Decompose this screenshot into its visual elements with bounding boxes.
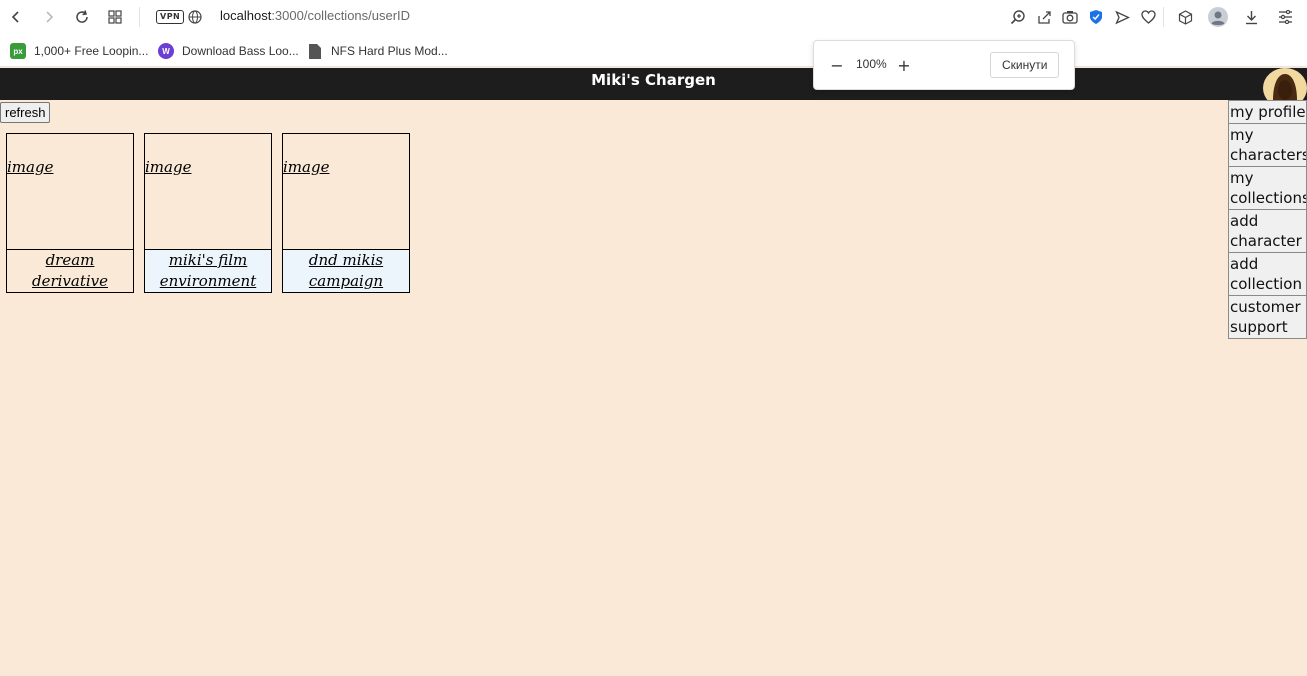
collection-name[interactable]: dream derivative [7,249,133,292]
toolbar-divider [139,7,140,27]
collection-card[interactable]: image dnd mikis campaign [282,133,410,293]
speed-dial-icon[interactable] [105,7,125,27]
bookmark-label: 1,000+ Free Loopin... [34,44,149,58]
menu-item-my-collections[interactable]: my collections [1228,166,1307,210]
zoom-out-button[interactable]: − [827,55,847,75]
collection-name[interactable]: miki's film environment [145,249,271,292]
collection-card[interactable]: image miki's film environment [144,133,272,293]
user-profile-icon[interactable] [1208,7,1228,27]
heart-icon[interactable] [1138,7,1158,27]
wave-icon: W [158,43,174,59]
collection-image[interactable]: image [145,158,191,176]
address-bar[interactable]: localhost:3000/collections/userID [220,8,410,23]
menu-item-my-profile[interactable]: my profile [1228,100,1307,124]
vpn-badge[interactable]: VPN [156,10,185,24]
zoom-icon[interactable] [1008,7,1028,27]
reload-icon[interactable] [72,7,92,27]
file-icon [307,43,323,59]
send-icon[interactable] [1112,7,1132,27]
avatar[interactable] [1263,68,1307,100]
zoom-level: 100% [856,57,887,71]
px-icon: px [10,43,26,59]
collection-name[interactable]: dnd mikis campaign [283,249,409,292]
browser-toolbar: VPN localhost:3000/collections/userID [0,0,1307,35]
download-icon[interactable] [1241,7,1261,27]
share-icon[interactable] [1034,7,1054,27]
collection-image[interactable]: image [283,158,329,176]
toolbar-divider [1163,7,1164,27]
camera-icon[interactable] [1060,7,1080,27]
bookmark-label: Download Bass Loo... [182,44,299,58]
refresh-button[interactable]: refresh [0,102,51,123]
menu-item-add-character[interactable]: add character [1228,209,1307,253]
collection-image[interactable]: image [7,158,53,176]
bookmarks-bar: px 1,000+ Free Loopin... W Download Bass… [0,35,1307,67]
cube-icon[interactable] [1175,7,1195,27]
collection-card[interactable]: image dream derivative [6,133,134,293]
bookmark-label: NFS Hard Plus Mod... [331,44,448,58]
side-menu: my profile my characters my collections … [1228,100,1307,339]
menu-item-my-characters[interactable]: my characters [1228,123,1307,167]
bookmark-item[interactable]: W Download Bass Loo... [158,41,299,61]
url-host: localhost [220,8,272,23]
menu-item-add-collection[interactable]: add collection [1228,252,1307,296]
forward-icon[interactable] [39,7,59,27]
menu-item-customer-support[interactable]: customer support [1228,295,1307,339]
url-path: :3000/collections/userID [271,8,411,23]
shield-icon[interactable] [1086,7,1106,27]
zoom-reset-button[interactable]: Скинути [990,52,1060,78]
bookmark-item[interactable]: NFS Hard Plus Mod... [307,41,448,61]
globe-icon[interactable] [185,7,205,27]
bookmark-item[interactable]: px 1,000+ Free Loopin... [10,41,148,61]
easy-setup-icon[interactable] [1275,7,1295,27]
zoom-in-button[interactable]: + [894,55,914,75]
app-title: Miki's Chargen [591,71,716,89]
zoom-popup: − 100% + Скинути [813,40,1075,90]
back-icon[interactable] [6,7,26,27]
app-header: Miki's Chargen [0,68,1307,100]
